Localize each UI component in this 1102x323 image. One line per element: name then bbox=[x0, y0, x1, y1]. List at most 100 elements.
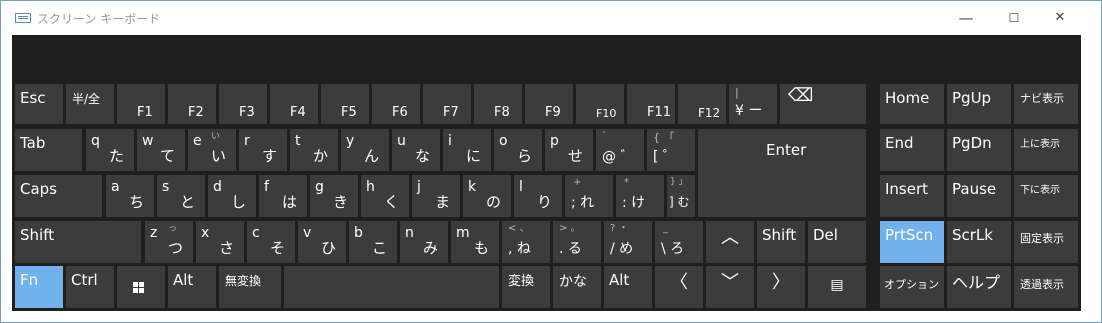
key-label: Pause bbox=[952, 180, 997, 198]
key-label: Enter bbox=[766, 141, 807, 159]
key-kana[interactable]: かな bbox=[553, 266, 601, 308]
key-henkan[interactable]: 変換 bbox=[502, 266, 550, 308]
key-s[interactable]: sと bbox=[157, 175, 205, 217]
key-a[interactable]: aち bbox=[106, 175, 154, 217]
key-ctrl[interactable]: Ctrl bbox=[66, 266, 114, 308]
key-move-down[interactable]: 下に表示 bbox=[1014, 175, 1078, 217]
key-label: 半/全 bbox=[72, 92, 101, 106]
key-l[interactable]: lり bbox=[514, 175, 562, 217]
key-m[interactable]: mも bbox=[451, 221, 499, 263]
key-pgup[interactable]: PgUp bbox=[947, 84, 1011, 124]
key-comma[interactable]: < 、 , ね bbox=[502, 221, 550, 263]
key-o[interactable]: oら bbox=[494, 129, 542, 171]
key-backslash[interactable]: _ \ ろ bbox=[655, 221, 703, 263]
key-arrow-up[interactable]: ︿ bbox=[706, 221, 754, 263]
key-f4[interactable]: F4 bbox=[270, 84, 318, 124]
key-f[interactable]: fは bbox=[259, 175, 307, 217]
key-i[interactable]: iに bbox=[443, 129, 491, 171]
key-k[interactable]: kの bbox=[463, 175, 511, 217]
key-f6[interactable]: F6 bbox=[372, 84, 420, 124]
key-scrlk[interactable]: ScrLk bbox=[947, 221, 1011, 263]
key-windows[interactable] bbox=[117, 266, 165, 308]
key-navi[interactable]: ナビ表示 bbox=[1014, 84, 1078, 124]
key-y[interactable]: yん bbox=[341, 129, 389, 171]
key-t[interactable]: tか bbox=[290, 129, 338, 171]
key-del[interactable]: Del bbox=[808, 221, 866, 263]
key-f9[interactable]: F9 bbox=[525, 84, 573, 124]
key-label: オプション bbox=[884, 278, 939, 291]
key-d[interactable]: dし bbox=[208, 175, 256, 217]
title-bar[interactable]: スクリーン キーボード — ☐ ✕ bbox=[1, 1, 1101, 34]
key-pgdn[interactable]: PgDn bbox=[947, 129, 1011, 171]
windows-logo-icon bbox=[133, 282, 144, 293]
key-menu[interactable]: ▤ bbox=[808, 266, 866, 308]
key-end[interactable]: End bbox=[880, 129, 944, 171]
key-caps[interactable]: Caps bbox=[15, 175, 102, 217]
key-dock[interactable]: 固定表示 bbox=[1014, 221, 1078, 263]
key-n[interactable]: nみ bbox=[400, 221, 448, 263]
key-shift-left[interactable]: Shift bbox=[15, 221, 141, 263]
key-label: 透過表示 bbox=[1020, 278, 1064, 291]
key-j[interactable]: jま bbox=[412, 175, 460, 217]
key-z[interactable]: zっつ bbox=[145, 221, 193, 263]
key-semicolon[interactable]: + ; れ bbox=[565, 175, 613, 217]
key-g[interactable]: gき bbox=[310, 175, 358, 217]
close-button[interactable]: ✕ bbox=[1037, 1, 1083, 34]
key-e[interactable]: eいい bbox=[188, 129, 236, 171]
key-b[interactable]: bこ bbox=[349, 221, 397, 263]
key-f5[interactable]: F5 bbox=[321, 84, 369, 124]
key-w[interactable]: wて bbox=[137, 129, 185, 171]
key-kana: と bbox=[180, 193, 196, 211]
key-f2[interactable]: F2 bbox=[168, 84, 216, 124]
key-r[interactable]: rす bbox=[239, 129, 287, 171]
key-backspace[interactable]: ⌫ bbox=[780, 84, 866, 124]
key-at[interactable]: ` @ ゛ bbox=[596, 129, 644, 171]
key-u[interactable]: uな bbox=[392, 129, 440, 171]
key-yen[interactable]: | ¥ ー bbox=[729, 84, 777, 124]
key-h[interactable]: hく bbox=[361, 175, 409, 217]
key-muhenkan[interactable]: 無変換 bbox=[219, 266, 281, 308]
key-fn[interactable]: Fn bbox=[15, 266, 63, 308]
key-c[interactable]: cそ bbox=[247, 221, 295, 263]
key-f10[interactable]: F10 bbox=[576, 84, 624, 124]
key-p[interactable]: pせ bbox=[545, 129, 593, 171]
key-enter[interactable]: Enter bbox=[698, 129, 866, 217]
key-f12[interactable]: F12 bbox=[678, 84, 726, 124]
key-hankaku[interactable]: 半/全 bbox=[66, 84, 114, 124]
key-esc[interactable]: Esc bbox=[15, 84, 63, 124]
key-home[interactable]: Home bbox=[880, 84, 944, 124]
key-alt-right[interactable]: Alt bbox=[604, 266, 652, 308]
key-q[interactable]: qた bbox=[86, 129, 134, 171]
minimize-button[interactable]: — bbox=[943, 1, 989, 34]
key-help[interactable]: ヘルプ bbox=[947, 266, 1011, 308]
key-f1[interactable]: F1 bbox=[117, 84, 165, 124]
key-f11[interactable]: F11 bbox=[627, 84, 675, 124]
key-slash[interactable]: ? ・ / め bbox=[604, 221, 652, 263]
key-label: ナビ表示 bbox=[1020, 92, 1064, 105]
key-arrow-down[interactable]: ﹀ bbox=[706, 266, 754, 308]
key-arrow-left[interactable]: 〈 bbox=[655, 266, 703, 308]
key-alt-left[interactable]: Alt bbox=[168, 266, 216, 308]
key-tab[interactable]: Tab bbox=[15, 129, 82, 171]
key-move-up[interactable]: 上に表示 bbox=[1014, 129, 1078, 171]
key-colon[interactable]: * : け bbox=[616, 175, 664, 217]
key-v[interactable]: vひ bbox=[298, 221, 346, 263]
key-label: 下に表示 bbox=[1020, 185, 1060, 196]
key-arrow-right[interactable]: 〉 bbox=[757, 266, 805, 308]
key-f7[interactable]: F7 bbox=[423, 84, 471, 124]
key-f8[interactable]: F8 bbox=[474, 84, 522, 124]
key-prtscn[interactable]: PrtScn bbox=[880, 221, 944, 263]
key-insert[interactable]: Insert bbox=[880, 175, 944, 217]
key-pause[interactable]: Pause bbox=[947, 175, 1011, 217]
key-bracket[interactable]: { 「 [ ゜ bbox=[647, 129, 695, 171]
key-period[interactable]: > 。 . る bbox=[553, 221, 601, 263]
key-fade[interactable]: 透過表示 bbox=[1014, 266, 1078, 308]
key-rbracket[interactable]: } 」 ] む bbox=[667, 175, 695, 217]
key-space[interactable] bbox=[284, 266, 499, 308]
maximize-button[interactable]: ☐ bbox=[991, 1, 1037, 34]
key-shift-label: ? ・ bbox=[610, 223, 629, 234]
key-x[interactable]: xさ bbox=[196, 221, 244, 263]
key-options[interactable]: オプション bbox=[880, 266, 944, 308]
key-f3[interactable]: F3 bbox=[219, 84, 267, 124]
key-shift-right[interactable]: Shift bbox=[757, 221, 805, 263]
